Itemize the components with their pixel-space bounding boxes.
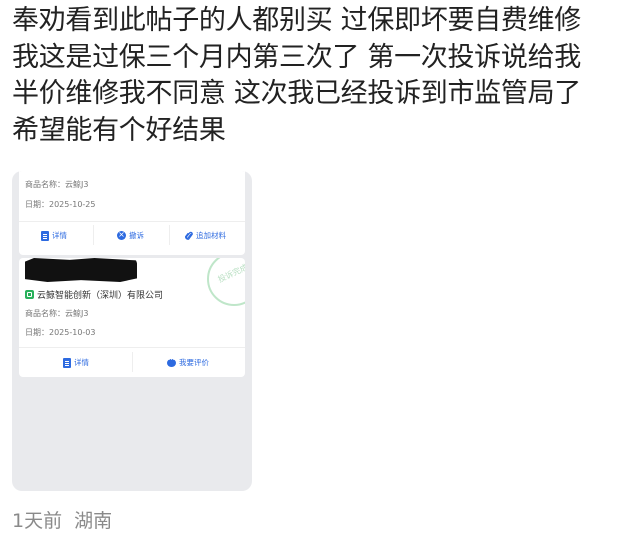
post-meta: 1天前 湖南 — [12, 506, 112, 533]
post-location: 湖南 — [74, 510, 113, 532]
complaint-card: 商品名称：云鲸J3 日期：2025-10-25 详情 撤诉 追加材料 — [19, 171, 245, 255]
product-name: 商品名称：云鲸J3 — [25, 309, 89, 318]
post-line: 奉劝看到此帖子的人都别买 过保即坏要自费维修 — [12, 5, 581, 36]
seal-text: 投诉完成 — [216, 262, 245, 285]
complaint-date: 日期：2025-10-03 — [25, 328, 96, 337]
completed-seal: 投诉完成 — [207, 258, 245, 306]
review-label: 我要评价 — [179, 358, 209, 367]
complaint-date: 日期：2025-10-25 — [25, 200, 96, 209]
post-line: 我这是过保三个月内第三次了 第一次投诉说给我 — [12, 41, 581, 73]
store-row: 云鲸智能创新（深圳）有限公司 — [25, 288, 163, 301]
revoke-button[interactable]: 撤诉 — [117, 230, 144, 241]
divider — [132, 352, 133, 372]
attached-screenshot[interactable]: 商品名称：云鲸J3 日期：2025-10-25 详情 撤诉 追加材料 投诉完成 … — [12, 171, 252, 491]
divider — [93, 225, 94, 245]
product-name: 商品名称：云鲸J3 — [25, 180, 89, 189]
revoke-label: 撤诉 — [129, 231, 144, 240]
post-line: 希望能有个好结果 — [12, 114, 226, 146]
post-line: 半价维修我不同意 这次我已经投诉到市监管局了 — [12, 78, 581, 109]
document-icon — [41, 230, 49, 241]
detail-label: 详情 — [52, 231, 67, 240]
document-icon — [63, 357, 71, 368]
add-material-button[interactable]: 追加材料 — [185, 230, 226, 241]
detail-button[interactable]: 详情 — [63, 357, 89, 368]
review-button[interactable]: 我要评价 — [167, 356, 209, 368]
detail-button[interactable]: 详情 — [41, 230, 67, 241]
divider — [19, 347, 245, 348]
redaction-mark — [25, 258, 137, 282]
divider — [169, 225, 170, 245]
revoke-icon — [117, 230, 126, 240]
add-material-label: 追加材料 — [196, 231, 226, 240]
chat-icon — [167, 356, 176, 367]
store-name: 云鲸智能创新（深圳）有限公司 — [37, 291, 164, 301]
complaint-card: 投诉完成 云鲸智能创新（深圳）有限公司 商品名称：云鲸J3 日期：2025-10… — [19, 258, 245, 377]
detail-label: 详情 — [74, 358, 89, 367]
post-time: 1天前 — [12, 510, 63, 532]
paperclip-icon — [185, 231, 193, 241]
divider — [19, 221, 245, 222]
store-icon — [25, 290, 34, 299]
post-text: 奉劝看到此帖子的人都别买 过保即坏要自费维修 我这是过保三个月内第三次了 第一次… — [12, 3, 612, 149]
